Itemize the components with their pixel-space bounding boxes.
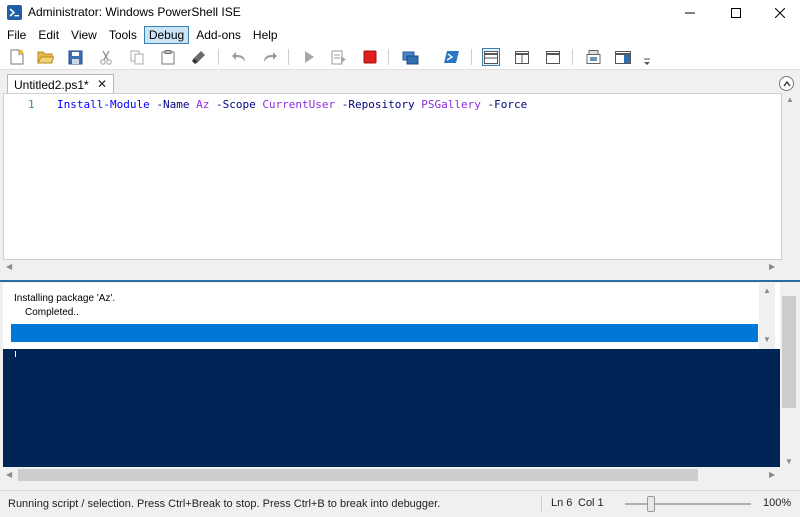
scroll-right-icon[interactable]: ▶ <box>769 470 775 479</box>
code-arg-name: Az <box>196 98 210 111</box>
close-icon <box>775 8 785 18</box>
tab-untitled2[interactable]: Untitled2.ps1* ✕ <box>7 74 114 94</box>
status-line-number: Ln 6 <box>551 497 573 509</box>
scroll-up-icon[interactable]: ▲ <box>786 95 794 104</box>
code-arg-scope: CurrentUser <box>262 98 336 111</box>
menu-view[interactable]: View <box>66 26 102 44</box>
scroll-down-icon[interactable]: ▼ <box>785 457 793 466</box>
window-title: Administrator: Windows PowerShell ISE <box>28 5 241 19</box>
menu-help[interactable]: Help <box>248 26 283 44</box>
code-line: Install-Module -Name Az -Scope CurrentUs… <box>57 98 527 111</box>
progress-bar <box>11 324 758 342</box>
collapse-script-pane-icon[interactable] <box>779 76 794 91</box>
progress-status-text: Completed.. <box>25 307 79 318</box>
scroll-down-icon[interactable]: ▼ <box>763 335 771 344</box>
code-arg-repository: PSGallery <box>421 98 481 111</box>
start-powershell-icon[interactable] <box>443 48 461 66</box>
show-script-top-icon[interactable] <box>482 48 500 66</box>
title-bar: Administrator: Windows PowerShell ISE <box>0 0 800 26</box>
menu-debug[interactable]: Debug <box>143 26 190 44</box>
menu-bar: File Edit View Tools Debug Add-ons Help <box>0 26 800 44</box>
line-number: 1 <box>28 98 35 111</box>
menu-tools[interactable]: Tools <box>104 26 142 44</box>
stop-operation-icon[interactable] <box>361 48 379 66</box>
copy-icon[interactable] <box>128 48 146 66</box>
editor-vertical-scrollbar[interactable]: ▲ <box>782 93 798 260</box>
tab-label: Untitled2.ps1* <box>14 77 89 92</box>
console-progress-area: Installing package 'Az'. Completed.. <box>3 283 780 349</box>
code-param-name: -Name <box>149 98 197 111</box>
new-script-icon[interactable] <box>8 48 26 66</box>
console-caret <box>15 351 16 357</box>
redo-icon[interactable] <box>260 48 278 66</box>
progress-scrollbar[interactable]: ▲ ▼ <box>759 283 775 349</box>
show-script-maximized-icon[interactable] <box>544 48 562 66</box>
tab-close-icon[interactable]: ✕ <box>97 77 107 91</box>
menu-file[interactable]: File <box>2 26 31 44</box>
script-editor[interactable]: 1 Install-Module -Name Az -Scope Current… <box>3 93 782 260</box>
menu-edit[interactable]: Edit <box>33 26 64 44</box>
console-pane[interactable] <box>3 349 780 467</box>
open-script-icon[interactable] <box>36 48 54 66</box>
clear-console-icon[interactable] <box>190 48 208 66</box>
scroll-left-icon[interactable]: ◀ <box>6 262 12 271</box>
minimize-button[interactable] <box>667 0 713 26</box>
close-button[interactable] <box>757 0 800 26</box>
paste-icon[interactable] <box>159 48 177 66</box>
script-tab-strip: Untitled2.ps1* ✕ <box>0 70 800 94</box>
scroll-up-icon[interactable]: ▲ <box>763 286 771 295</box>
zoom-slider-thumb[interactable] <box>647 496 655 512</box>
powershell-ise-icon <box>7 5 22 20</box>
editor-horizontal-scrollbar[interactable]: ◀ ▶ <box>3 260 782 274</box>
pane-splitter[interactable] <box>0 275 800 282</box>
maximize-button[interactable] <box>713 0 759 26</box>
run-selection-icon[interactable] <box>330 48 348 66</box>
cut-icon[interactable] <box>97 48 115 66</box>
progress-bar-fill <box>11 324 758 342</box>
show-command-addon-icon[interactable] <box>614 48 632 66</box>
undo-icon[interactable] <box>230 48 248 66</box>
status-bar: Running script / selection. Press Ctrl+B… <box>0 490 800 517</box>
minimize-icon <box>685 12 695 14</box>
progress-activity-text: Installing package 'Az'. <box>14 293 116 304</box>
show-commands-icon[interactable] <box>584 48 602 66</box>
zoom-slider-track[interactable] <box>625 503 751 505</box>
status-message: Running script / selection. Press Ctrl+B… <box>8 498 441 510</box>
new-remote-tab-icon[interactable] <box>401 48 419 66</box>
console-vertical-scroll-thumb[interactable] <box>782 296 796 408</box>
code-command: Install-Module <box>57 98 150 111</box>
toolbar-overflow-icon[interactable] <box>638 53 656 71</box>
code-param-repository: -Repository <box>335 98 422 111</box>
menu-add-ons[interactable]: Add-ons <box>191 26 246 44</box>
status-column-number: Col 1 <box>578 497 604 509</box>
code-param-force: -Force <box>480 98 528 111</box>
run-script-icon[interactable] <box>300 48 318 66</box>
show-script-right-icon[interactable] <box>513 48 531 66</box>
maximize-icon <box>731 8 741 18</box>
scroll-right-icon[interactable]: ▶ <box>769 262 775 271</box>
status-divider <box>541 496 542 512</box>
scroll-left-icon[interactable]: ◀ <box>6 470 12 479</box>
zoom-level: 100% <box>763 497 792 509</box>
save-script-icon[interactable] <box>66 48 84 66</box>
toolbar <box>0 44 800 70</box>
console-horizontal-scroll-thumb[interactable] <box>18 469 698 481</box>
code-param-scope: -Scope <box>209 98 263 111</box>
